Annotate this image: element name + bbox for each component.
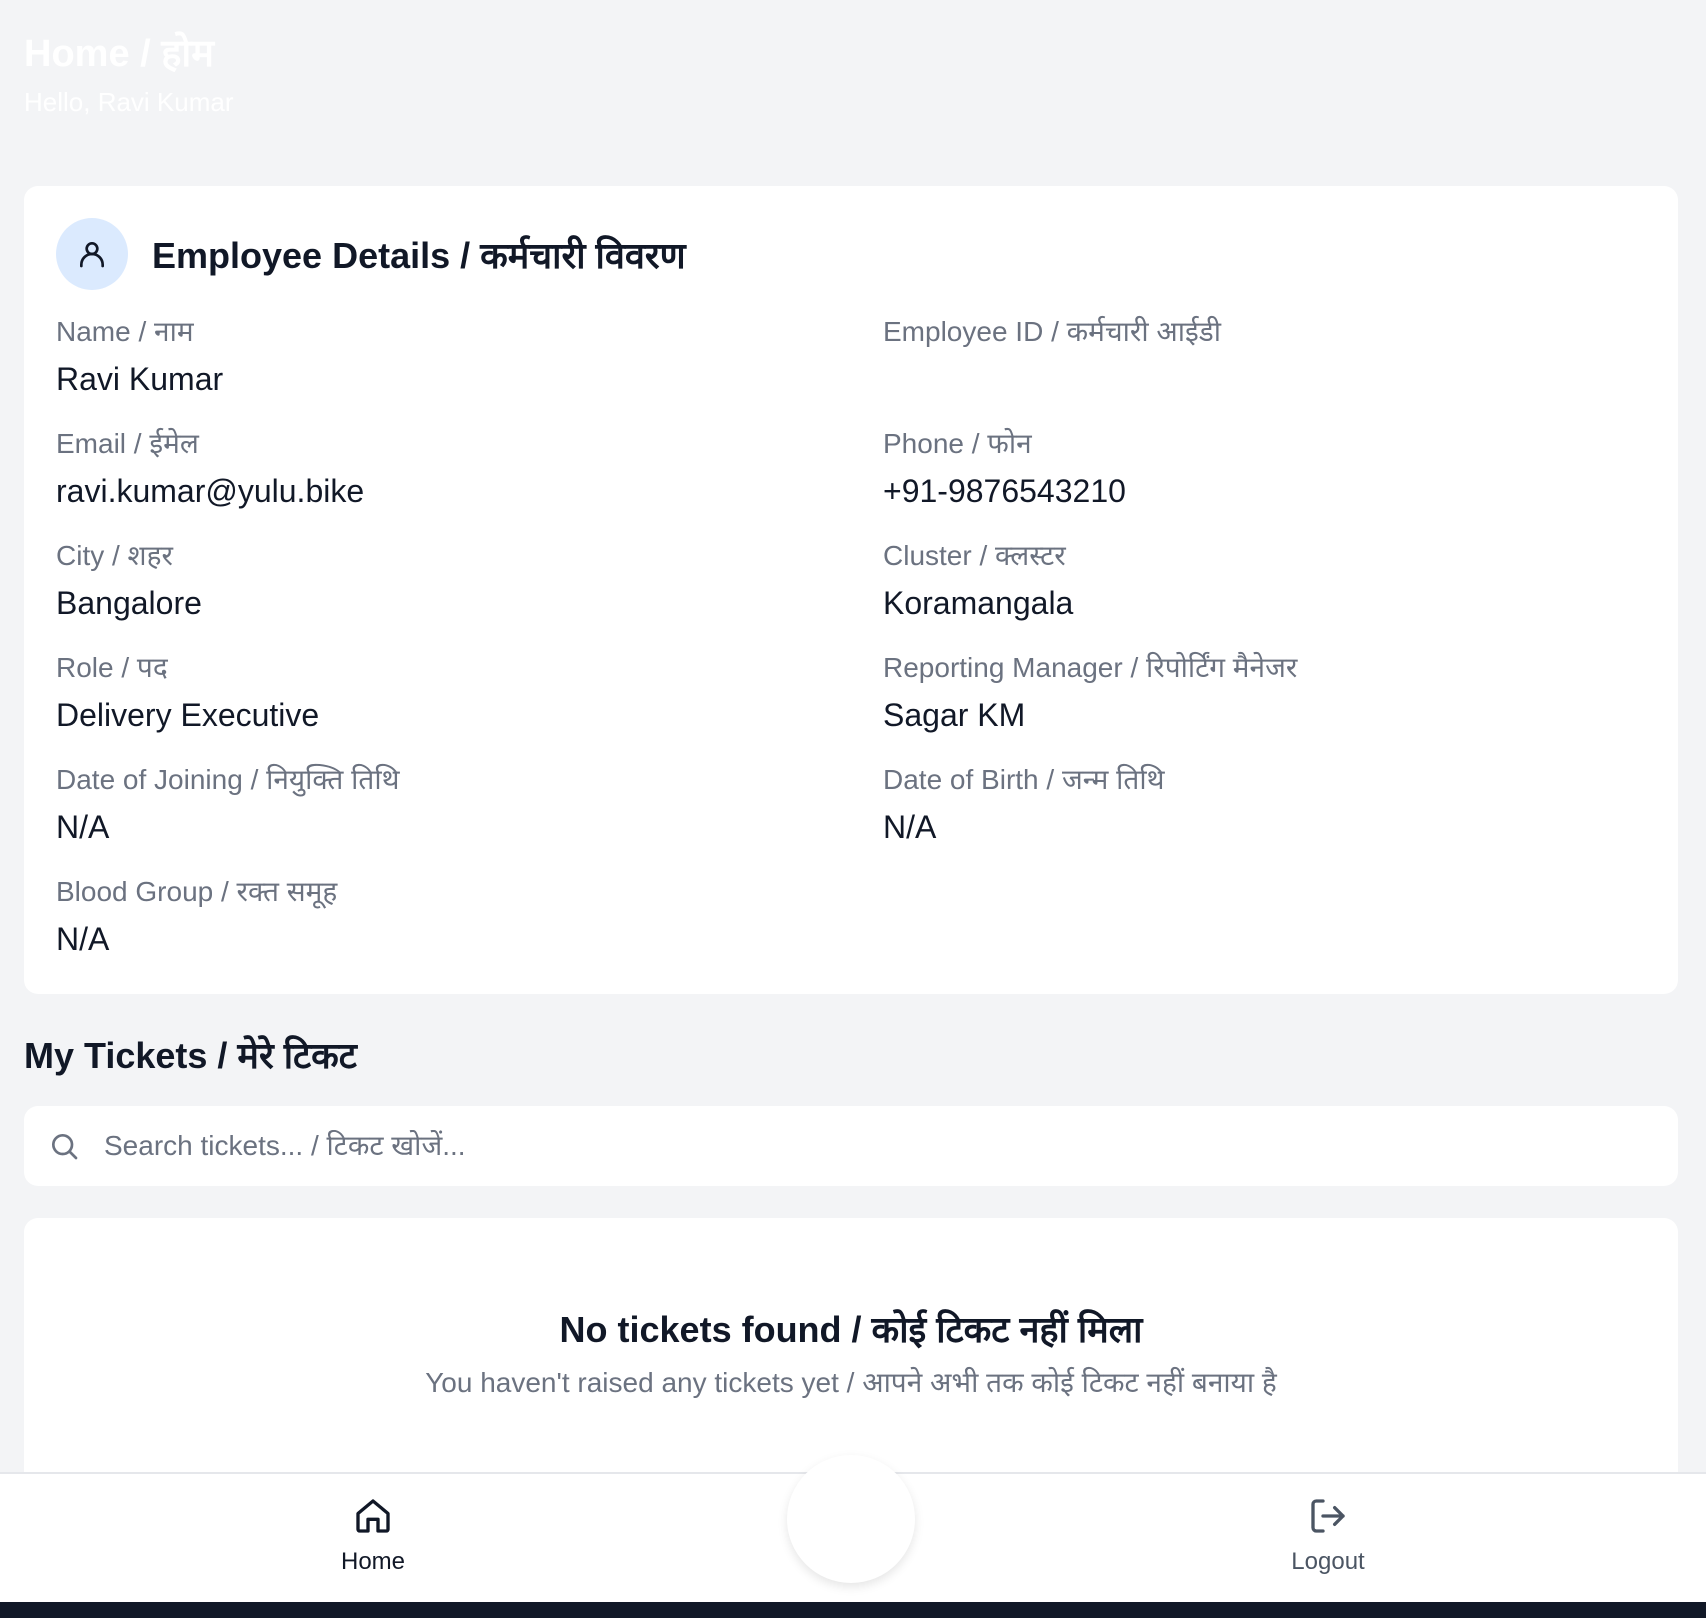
page-title: Home / होम bbox=[24, 33, 214, 75]
page-header: Home / होम Hello, Ravi Kumar bbox=[24, 28, 234, 122]
greeting-text: Hello, Ravi Kumar bbox=[24, 87, 234, 117]
field-label: Phone / फोन bbox=[883, 428, 1032, 459]
field-label: Cluster / क्लस्टर bbox=[883, 540, 1066, 571]
ticket-search-box[interactable] bbox=[24, 1106, 1678, 1186]
search-icon bbox=[52, 1134, 78, 1160]
field-value: Delivery Executive bbox=[56, 697, 320, 733]
field-employee-id: Employee ID / कर्मचारी आईडी bbox=[883, 312, 1643, 356]
app-page: Home / होम Hello, Ravi Kumar Employee De… bbox=[0, 0, 1706, 1618]
field-value: ravi.kumar@yulu.bike bbox=[56, 473, 365, 509]
field-label: City / शहर bbox=[56, 540, 173, 571]
field-reporting-manager: Reporting Manager / रिपोर्टिंग मैनेजर Sa… bbox=[883, 648, 1643, 738]
system-bottom-bar bbox=[0, 1602, 1706, 1618]
center-action-button[interactable] bbox=[787, 1455, 915, 1583]
employee-details-header: Employee Details / कर्मचारी विवरण bbox=[56, 218, 686, 290]
field-label: Role / पद bbox=[56, 652, 168, 683]
field-city: City / शहर Bangalore bbox=[56, 536, 816, 626]
field-value: Sagar KM bbox=[883, 697, 1026, 733]
field-cluster: Cluster / क्लस्टर Koramangala bbox=[883, 536, 1643, 626]
field-blood-group: Blood Group / रक्त समूह N/A bbox=[56, 872, 816, 962]
field-value: Ravi Kumar bbox=[56, 361, 224, 397]
home-icon bbox=[356, 1499, 390, 1533]
field-role: Role / पद Delivery Executive bbox=[56, 648, 816, 738]
field-label: Email / ईमेल bbox=[56, 428, 199, 459]
user-icon bbox=[80, 242, 104, 268]
field-value: Koramangala bbox=[883, 585, 1074, 621]
field-value: N/A bbox=[56, 921, 110, 957]
employee-details-card: Employee Details / कर्मचारी विवरण Name /… bbox=[24, 186, 1678, 994]
nav-logout-button[interactable]: Logout bbox=[1228, 1496, 1428, 1576]
empty-state-title: No tickets found / कोई टिकट नहीं मिला bbox=[559, 1309, 1143, 1350]
field-email: Email / ईमेल ravi.kumar@yulu.bike bbox=[56, 424, 816, 514]
avatar bbox=[56, 218, 128, 290]
field-phone: Phone / फोन +91-9876543210 bbox=[883, 424, 1643, 514]
field-label: Reporting Manager / रिपोर्टिंग मैनेजर bbox=[883, 652, 1298, 683]
field-name: Name / नाम Ravi Kumar bbox=[56, 312, 816, 402]
nav-logout-label: Logout bbox=[1291, 1548, 1365, 1575]
field-label: Blood Group / रक्त समूह bbox=[56, 876, 338, 907]
field-label: Date of Birth / जन्म तिथि bbox=[883, 764, 1165, 795]
logout-icon bbox=[1311, 1499, 1345, 1533]
my-tickets-title: My Tickets / मेरे टिकट bbox=[24, 1035, 357, 1076]
field-date-of-birth: Date of Birth / जन्म तिथि N/A bbox=[883, 760, 1643, 850]
nav-home-button[interactable]: Home bbox=[273, 1496, 473, 1576]
field-label: Employee ID / कर्मचारी आईडी bbox=[883, 316, 1221, 347]
field-value: +91-9876543210 bbox=[883, 473, 1126, 509]
field-date-of-joining: Date of Joining / नियुक्ति तिथि N/A bbox=[56, 760, 816, 850]
ticket-search-input[interactable] bbox=[104, 1130, 1604, 1162]
field-label: Name / नाम bbox=[56, 316, 194, 347]
employee-details-title: Employee Details / कर्मचारी विवरण bbox=[152, 234, 686, 276]
empty-state-subtitle: You haven't raised any tickets yet / आपन… bbox=[425, 1367, 1277, 1398]
nav-home-label: Home bbox=[340, 1548, 406, 1575]
field-value: N/A bbox=[883, 809, 937, 845]
field-label: Date of Joining / नियुक्ति तिथि bbox=[56, 764, 400, 795]
field-value: Bangalore bbox=[56, 585, 202, 621]
field-value: N/A bbox=[56, 809, 110, 845]
